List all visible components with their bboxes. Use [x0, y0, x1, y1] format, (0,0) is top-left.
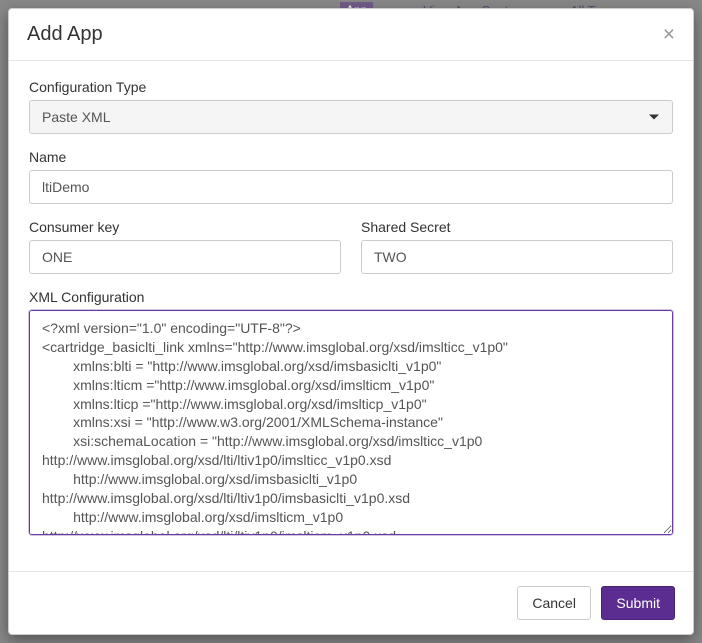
config-type-select[interactable]: Paste XML — [29, 100, 673, 134]
shared-secret-input[interactable] — [361, 240, 673, 274]
shared-secret-group: Shared Secret — [361, 219, 673, 274]
modal-title: Add App — [27, 23, 103, 46]
modal-footer: Cancel Submit — [9, 571, 693, 634]
add-app-modal: Add App × Configuration Type Paste XML N… — [8, 8, 694, 635]
xml-config-label: XML Configuration — [29, 289, 673, 305]
close-icon: × — [663, 23, 675, 46]
submit-button[interactable]: Submit — [601, 586, 675, 620]
name-input[interactable] — [29, 170, 673, 204]
modal-body: Configuration Type Paste XML Name Consum… — [9, 61, 693, 571]
key-secret-row: Consumer key Shared Secret — [29, 219, 673, 289]
consumer-key-input[interactable] — [29, 240, 341, 274]
xml-config-group: XML Configuration — [29, 289, 673, 535]
cancel-button[interactable]: Cancel — [517, 586, 591, 620]
config-type-group: Configuration Type Paste XML — [29, 79, 673, 134]
name-label: Name — [29, 149, 673, 165]
consumer-key-group: Consumer key — [29, 219, 341, 274]
consumer-key-label: Consumer key — [29, 219, 341, 235]
chevron-down-icon — [649, 115, 659, 120]
name-group: Name — [29, 149, 673, 204]
close-button[interactable]: × — [663, 24, 675, 45]
config-type-label: Configuration Type — [29, 79, 673, 95]
modal-header: Add App × — [9, 9, 693, 61]
xml-config-textarea[interactable] — [29, 310, 673, 535]
shared-secret-label: Shared Secret — [361, 219, 673, 235]
config-type-value: Paste XML — [29, 100, 673, 134]
